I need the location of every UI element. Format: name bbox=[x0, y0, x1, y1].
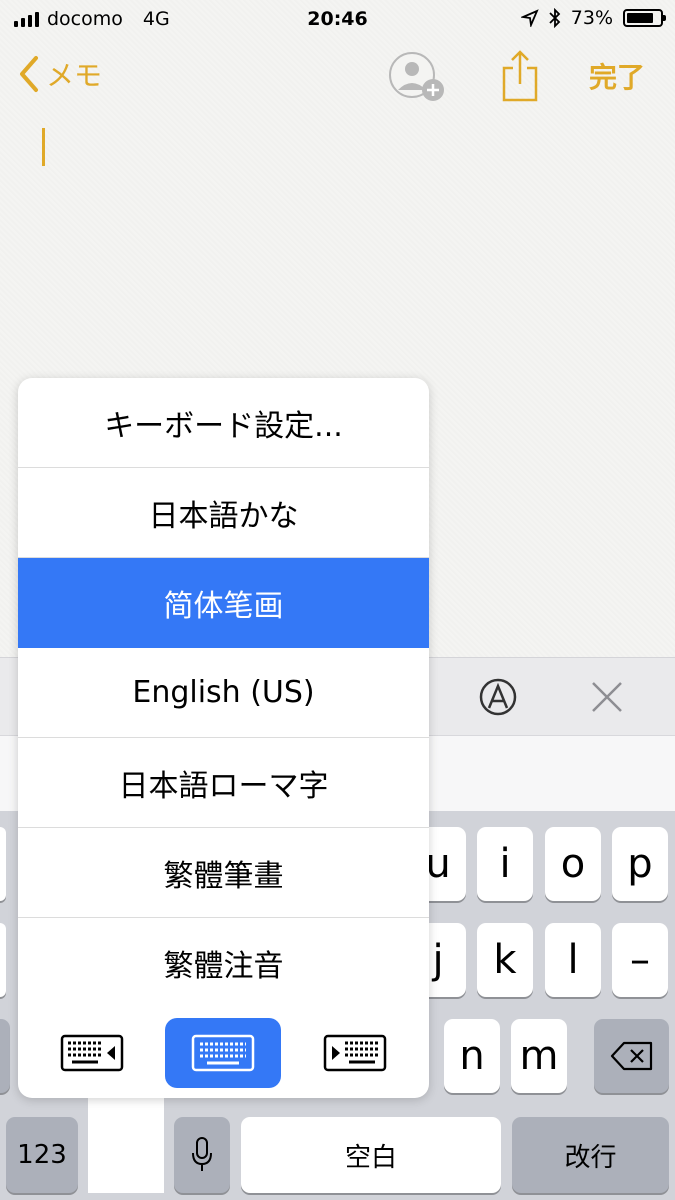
share-icon bbox=[502, 50, 538, 102]
key-n[interactable]: n bbox=[444, 1019, 500, 1093]
battery-icon bbox=[623, 9, 666, 27]
keyboard-left-button[interactable] bbox=[34, 1018, 150, 1088]
back-button[interactable]: メモ bbox=[18, 54, 102, 94]
menu-item-simplified-stroke[interactable]: 简体笔画 bbox=[18, 558, 429, 648]
keyboard-full-button[interactable] bbox=[165, 1018, 281, 1088]
menu-item-keyboard-settings[interactable]: キーボード設定... bbox=[18, 378, 429, 468]
backspace-icon bbox=[610, 1041, 652, 1071]
back-label: メモ bbox=[46, 59, 103, 92]
space-key[interactable]: 空白 bbox=[241, 1117, 501, 1193]
keyboard-full-icon bbox=[191, 1034, 255, 1072]
key-p[interactable]: p bbox=[612, 827, 668, 901]
globe-key-highlight bbox=[88, 1098, 164, 1193]
bluetooth-icon bbox=[549, 8, 561, 28]
navigation-bar: メモ 完了 bbox=[0, 44, 675, 104]
numbers-key[interactable]: 123 bbox=[6, 1117, 78, 1193]
add-people-button[interactable] bbox=[388, 50, 448, 104]
key-l[interactable]: l bbox=[545, 923, 601, 997]
menu-item-traditional-stroke[interactable]: 繁體筆畫 bbox=[18, 828, 429, 918]
menu-item-traditional-zhuyin[interactable]: 繁體注音 bbox=[18, 918, 429, 1008]
menu-item-english-us[interactable]: English (US) bbox=[18, 648, 429, 738]
text-cursor bbox=[42, 128, 45, 166]
key-left-edge-2[interactable] bbox=[0, 923, 6, 997]
key-m[interactable]: m bbox=[511, 1019, 567, 1093]
key-left-edge[interactable] bbox=[0, 827, 6, 901]
keyboard-left-icon bbox=[60, 1034, 124, 1072]
return-key[interactable]: 改行 bbox=[512, 1117, 669, 1193]
share-button[interactable] bbox=[500, 48, 540, 104]
menu-item-japanese-kana[interactable]: 日本語かな bbox=[18, 468, 429, 558]
keyboard-right-button[interactable] bbox=[297, 1018, 413, 1088]
microphone-icon bbox=[192, 1137, 212, 1171]
status-bar: docomo 4G 20:46 73% bbox=[0, 0, 675, 40]
key-dash[interactable]: – bbox=[612, 923, 668, 997]
mic-key[interactable] bbox=[174, 1117, 230, 1193]
menu-item-japanese-romaji[interactable]: 日本語ローマ字 bbox=[18, 738, 429, 828]
handwriting-icon[interactable] bbox=[478, 677, 518, 717]
chevron-left-icon bbox=[20, 56, 38, 92]
keyboard-right-icon bbox=[323, 1034, 387, 1072]
key-k[interactable]: k bbox=[477, 923, 533, 997]
keyboard-layout-options bbox=[18, 1008, 429, 1098]
battery-percent: 73% bbox=[570, 7, 613, 29]
done-button[interactable]: 完了 bbox=[589, 56, 645, 96]
key-i[interactable]: i bbox=[477, 827, 533, 901]
delete-key[interactable] bbox=[594, 1019, 669, 1093]
location-icon bbox=[520, 9, 539, 27]
key-left-edge-3[interactable] bbox=[0, 1019, 10, 1093]
close-icon[interactable] bbox=[590, 680, 624, 714]
key-o[interactable]: o bbox=[545, 827, 601, 901]
keyboard-switcher-menu: キーボード設定... 日本語かな 简体笔画 English (US) 日本語ロー… bbox=[18, 378, 429, 1098]
add-person-icon bbox=[389, 52, 444, 101]
